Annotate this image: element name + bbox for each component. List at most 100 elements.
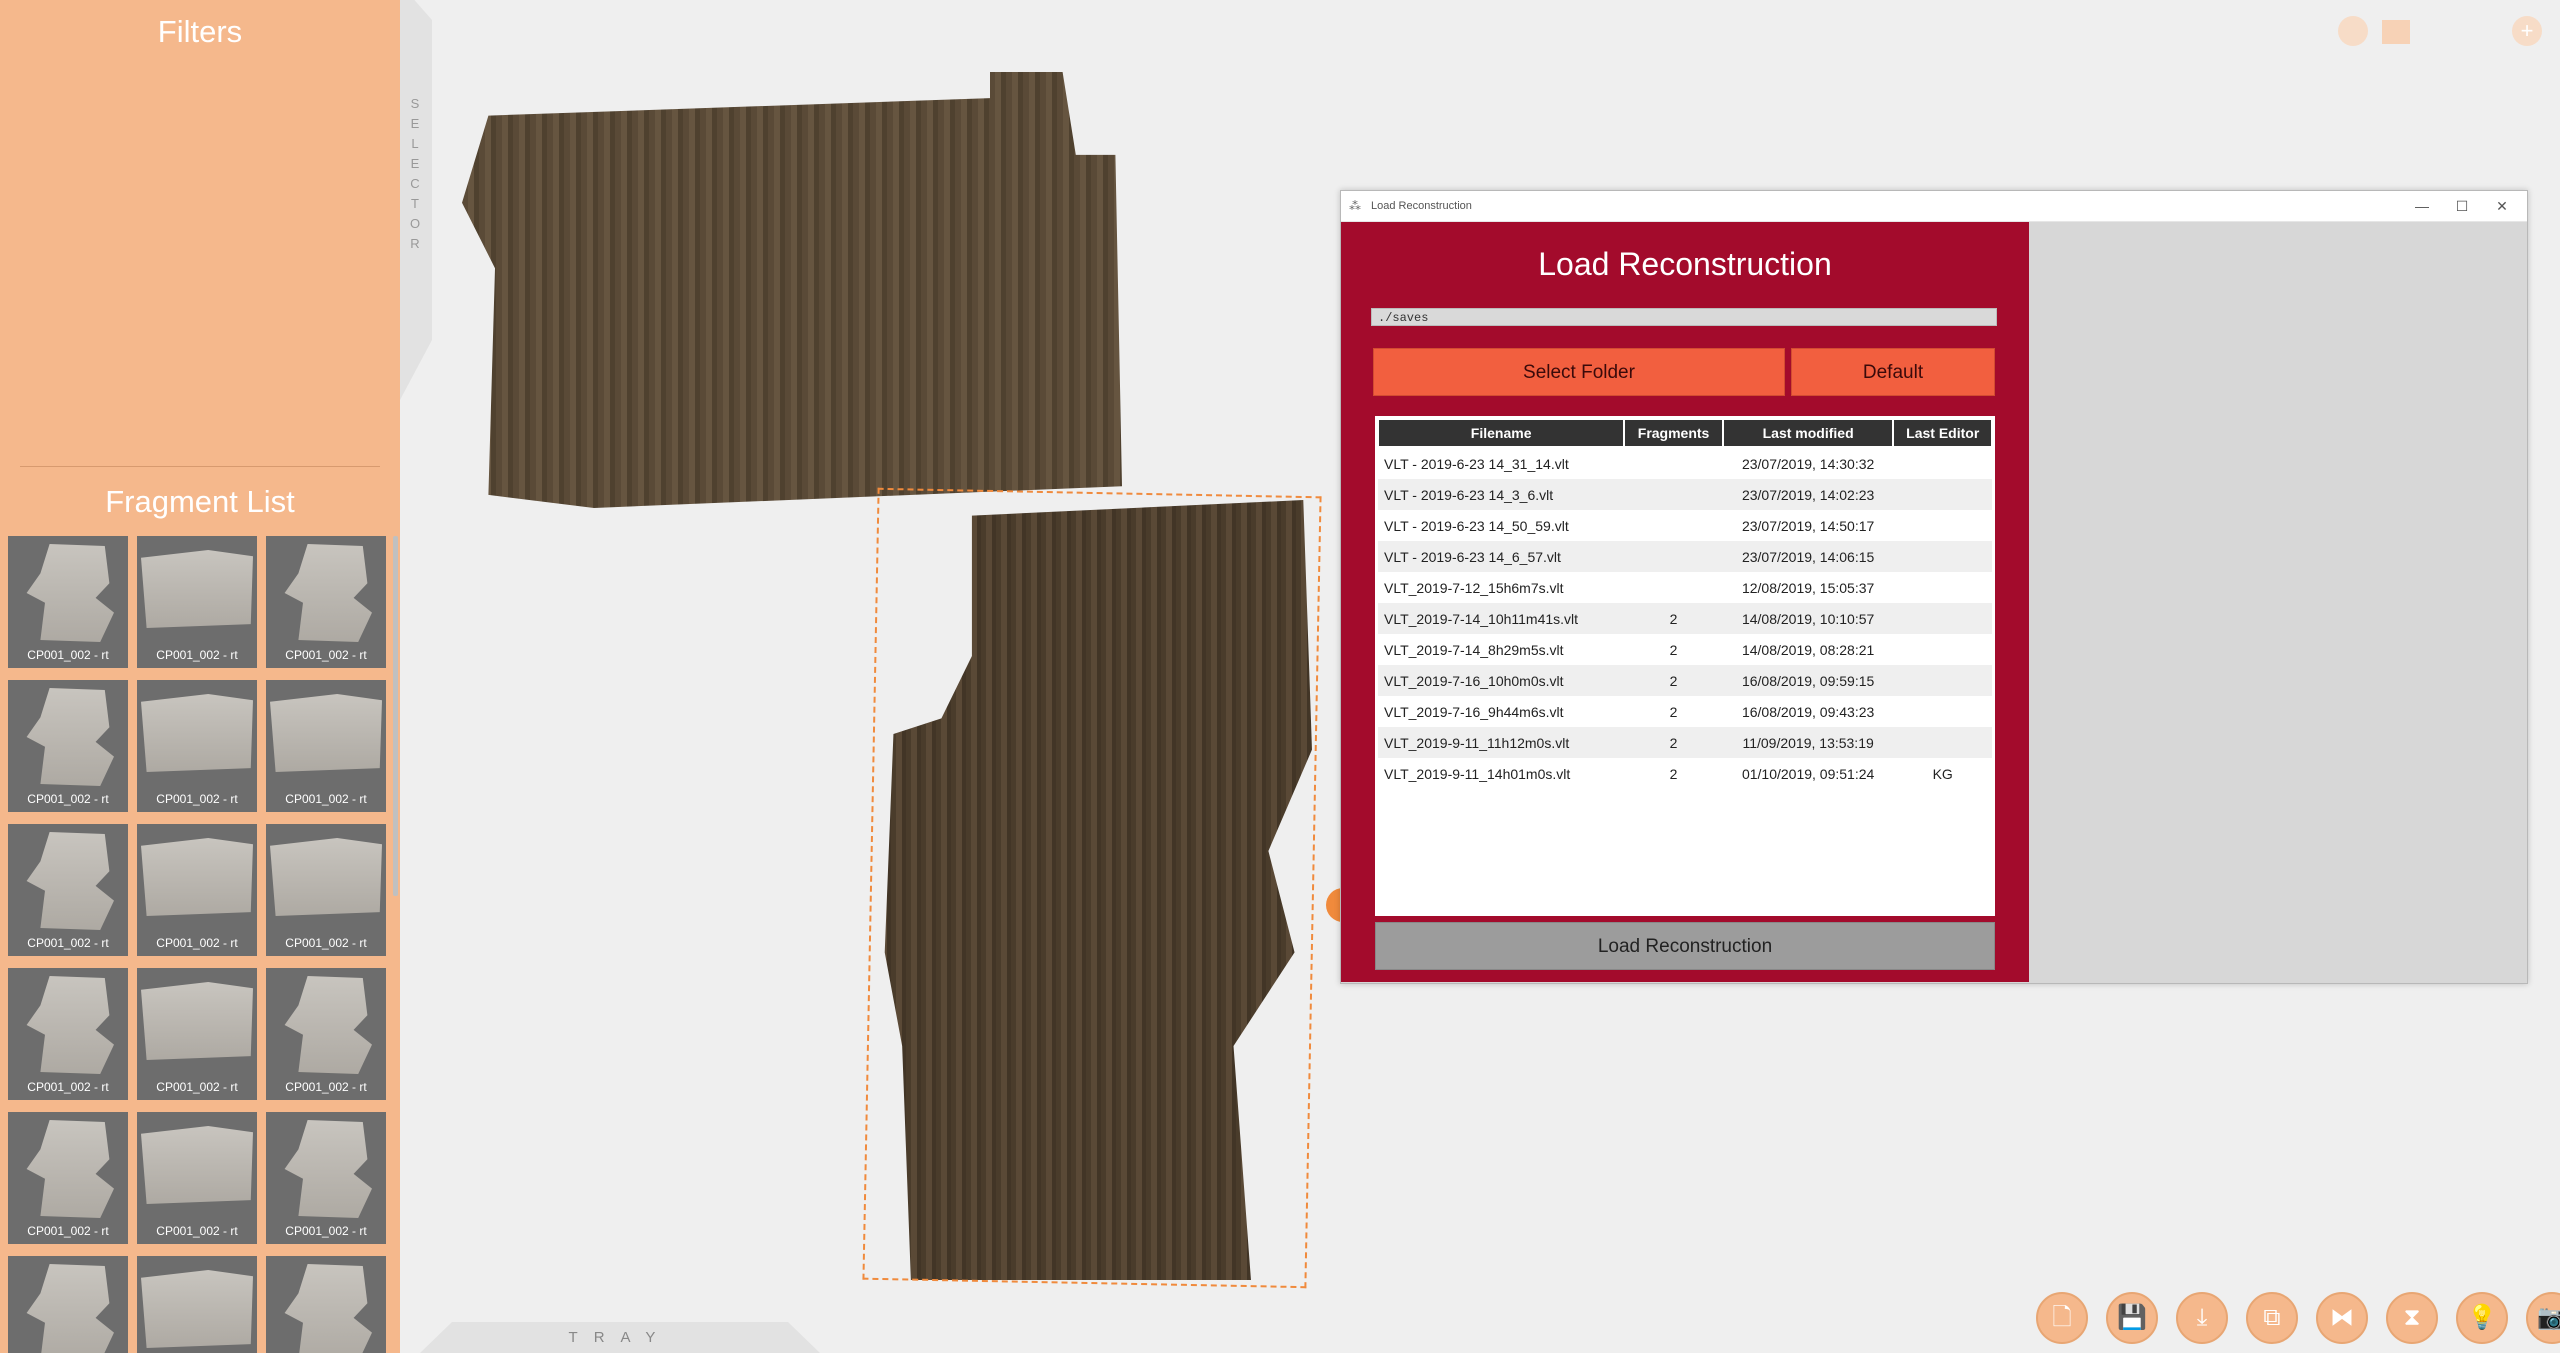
table-row[interactable]: VLT_2019-7-14_8h29m5s.vlt 2 14/08/2019, 08… (1378, 634, 1992, 665)
fragment-tile[interactable]: CP001_002 - rt (8, 680, 128, 812)
cell-filename: VLT_2019-7-14_8h29m5s.vlt (1384, 641, 1564, 658)
fragment-label: CP001_002 - rt (27, 1080, 109, 1094)
cell-editor (1893, 727, 1992, 758)
fragment-tile[interactable]: CP001_002 - rt (266, 680, 386, 812)
cell-modified: 16/08/2019, 09:59:15 (1722, 665, 1894, 696)
window-titlebar: ⁂ Load Reconstruction — ☐ ✕ (1341, 191, 2527, 222)
fragment-tile[interactable]: CP001_002 - rt (137, 536, 257, 668)
folder-path-field[interactable]: ./saves (1371, 308, 1997, 326)
fragment-thumbnail (284, 1120, 372, 1218)
select-folder-button[interactable]: Select Folder (1373, 348, 1785, 396)
fragment-tile[interactable]: CP001_002 - rt (266, 1112, 386, 1244)
fragment-tile[interactable] (137, 1256, 257, 1353)
table-row[interactable]: VLT - 2019-6-23 14_3_6.vlt 23/07/2019, 14… (1378, 479, 1992, 510)
table-row[interactable]: VLT_2019-9-11_11h12m0s.vlt 2 11/09/2019, 1… (1378, 727, 1992, 758)
maximize-icon[interactable]: ☐ (2447, 195, 2477, 217)
window-title: Load Reconstruction (1371, 200, 1472, 212)
fragment-tile[interactable]: CP001_002 - rt (8, 1112, 128, 1244)
cell-modified: 23/07/2019, 14:50:17 (1741, 517, 1875, 534)
cell-filename: VLT_2019-9-11_14h01m0s.vlt (1384, 765, 1571, 782)
fragment-label: CP001_002 - rt (285, 1080, 367, 1094)
load-reconstruction-window: ⁂ Load Reconstruction — ☐ ✕ Load Reconst… (1340, 190, 2528, 984)
fragment-thumbnail (141, 982, 253, 1060)
load-reconstruction-button[interactable]: Load Reconstruction (1375, 922, 1995, 970)
column-header[interactable]: Last Editor (1892, 418, 1993, 448)
table-row[interactable]: VLT - 2019-6-23 14_50_59.vlt 23/07/2019, … (1378, 510, 1992, 541)
table-row[interactable]: VLT_2019-7-14_10h11m41s.vlt 2 14/08/2019, … (1378, 603, 1992, 634)
cell-filename: VLT_2019-9-11_11h12m0s.vlt (1378, 727, 1625, 758)
fragment-tile[interactable]: CP001_002 - rt (266, 824, 386, 956)
tray-label: TRAY (568, 1329, 672, 1346)
fragment-thumbnail (284, 976, 372, 1074)
new-file-icon[interactable]: 🗋 (2036, 1292, 2088, 1344)
cell-modified: 12/08/2019, 15:05:37 (1741, 579, 1875, 596)
fragment-tile[interactable]: CP001_002 - rt (137, 680, 257, 812)
left-sidebar: Filters Fragment List CP001_002 - rt CP00… (0, 0, 400, 1353)
fragment-tile[interactable]: CP001_002 - rt (137, 824, 257, 956)
table-row[interactable]: VLT_2019-7-12_15h6m7s.vlt 12/08/2019, 15:… (1378, 572, 1992, 603)
fragment-thumbnail (270, 838, 382, 916)
cell-modified: 14/08/2019, 08:28:21 (1741, 641, 1875, 658)
cell-fragments: 2 (1669, 765, 1678, 782)
fragment-thumbnail (270, 694, 382, 772)
fragment-tile[interactable]: CP001_002 - rt (266, 536, 386, 668)
lightbulb-icon[interactable]: 💡 (2456, 1292, 2508, 1344)
fragment-tile[interactable] (8, 1256, 128, 1353)
fragment-grid: CP001_002 - rt CP001_002 - rt CP001_002 - … (8, 536, 388, 1353)
flip-horizontal-icon[interactable]: ⧓ (2316, 1292, 2368, 1344)
fragment-thumbnail (141, 838, 253, 916)
fragment-tile[interactable]: CP001_002 - rt (137, 1112, 257, 1244)
cell-fragments (1624, 510, 1723, 541)
cell-editor (1893, 572, 1992, 603)
cell-editor (1893, 510, 1992, 541)
fragment-thumbnail (26, 544, 114, 642)
zoom-in-icon[interactable]: + (2512, 16, 2542, 46)
column-header[interactable]: Fragments (1623, 418, 1724, 448)
cell-filename: VLT_2019-7-12_15h6m7s.vlt (1384, 579, 1564, 596)
cell-fragments (1624, 572, 1723, 603)
screenshot-icon[interactable]: 📷 (2526, 1292, 2560, 1344)
fragment-tile[interactable]: CP001_002 - rt (137, 968, 257, 1100)
fragment-thumbnail (141, 1126, 253, 1204)
default-button[interactable]: Default (1791, 348, 1995, 396)
table-header: Filename Fragments Last modified Last Edito… (1376, 418, 1993, 448)
save-icon[interactable]: 💾 (2106, 1292, 2158, 1344)
fragment-tile[interactable]: CP001_002 - rt (8, 536, 128, 668)
cell-editor (1893, 696, 1992, 727)
fragment-label: CP001_002 - rt (156, 936, 238, 950)
fragment-label: CP001_002 - rt (285, 792, 367, 806)
sidebar-scrollbar[interactable] (393, 536, 398, 896)
fragment-tile[interactable] (266, 1256, 386, 1353)
zoom-out-icon[interactable] (2338, 16, 2368, 46)
flip-vertical-icon[interactable]: ⧗ (2386, 1292, 2438, 1344)
copy-icon[interactable]: ⧉ (2246, 1292, 2298, 1344)
fragment-thumbnail (26, 832, 114, 930)
fragment-tile[interactable]: CP001_002 - rt (266, 968, 386, 1100)
table-row[interactable]: VLT - 2019-6-23 14_31_14.vlt 23/07/2019, … (1378, 447, 1992, 479)
cell-filename: VLT_2019-7-14_10h11m41s.vlt (1378, 603, 1625, 634)
cell-editor (1893, 479, 1992, 510)
cell-fragments: 2 (1669, 641, 1678, 658)
fragment-tile[interactable]: CP001_002 - rt (8, 824, 128, 956)
dialog-panel: Load Reconstruction ./saves Select Folde… (1341, 222, 2029, 982)
cell-fragments: 2 (1669, 703, 1678, 720)
column-header[interactable]: Last modified (1721, 418, 1895, 448)
table-row[interactable]: VLT_2019-7-16_9h44m6s.vlt 2 16/08/2019, 09… (1378, 696, 1992, 727)
cell-editor (1893, 603, 1992, 634)
fragment-label: CP001_002 - rt (27, 936, 109, 950)
save-as-icon[interactable]: ⤓ (2176, 1292, 2228, 1344)
fragment-thumbnail (284, 1264, 372, 1353)
minimize-icon[interactable]: — (2407, 195, 2437, 217)
column-header[interactable]: Filename (1376, 418, 1626, 448)
fragment-thumbnail (26, 1120, 114, 1218)
table-row[interactable]: VLT_2019-9-11_14h01m0s.vlt 2 01/10/2019, 0… (1378, 758, 1992, 789)
cell-filename: VLT_2019-7-16_10h0m0s.vlt (1378, 665, 1625, 696)
papyrus-fragment-top[interactable] (462, 72, 1122, 508)
table-row[interactable]: VLT - 2019-6-23 14_6_57.vlt 23/07/2019, 1… (1378, 541, 1992, 572)
fragment-tile[interactable]: CP001_002 - rt (8, 968, 128, 1100)
cell-modified: 16/08/2019, 09:43:23 (1741, 703, 1875, 720)
selector-label: SELECTOR (409, 96, 421, 251)
table-row[interactable]: VLT_2019-7-16_10h0m0s.vlt 2 16/08/2019, 09… (1378, 665, 1992, 696)
close-icon[interactable]: ✕ (2487, 195, 2517, 217)
fragment-thumbnail (141, 550, 253, 628)
